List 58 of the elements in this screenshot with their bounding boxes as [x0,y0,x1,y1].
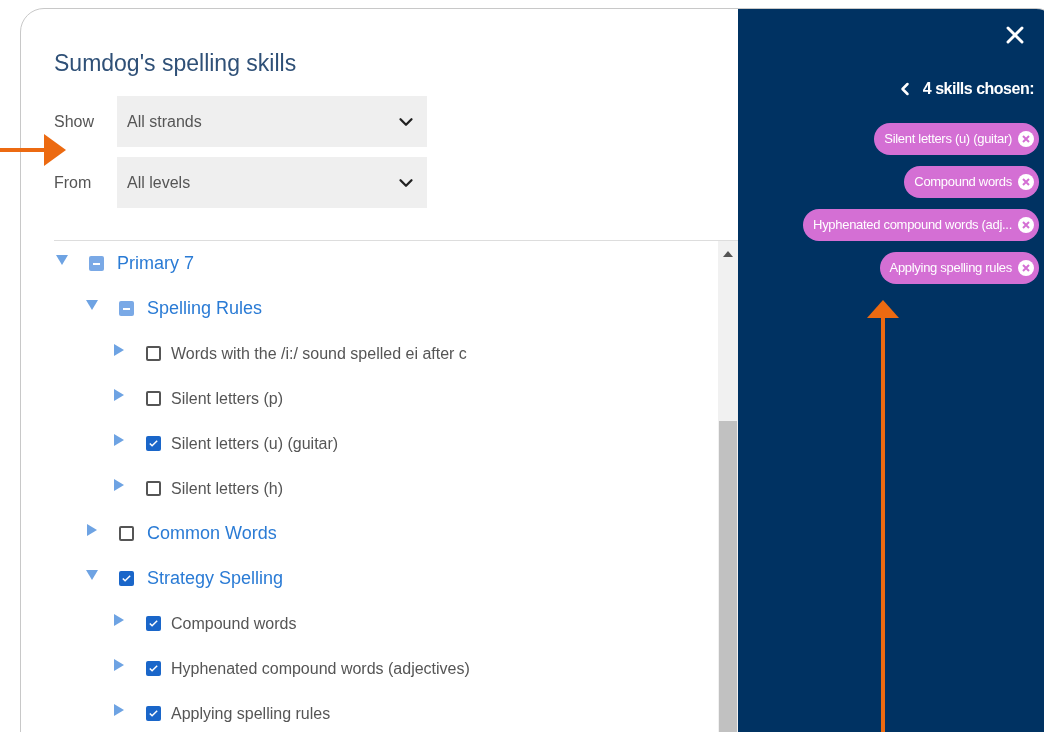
checkbox[interactable] [119,571,134,586]
skill-chip[interactable]: Compound words [904,166,1039,198]
dialog-title: Sumdog's spelling skills [54,49,298,78]
skill-label: Applying spelling rules [171,703,331,724]
expanded-triangle-icon[interactable] [86,298,98,311]
collapsed-triangle-icon[interactable] [113,703,125,716]
remove-icon[interactable] [1018,217,1034,233]
group-label: Strategy Spelling [147,567,284,590]
checkbox[interactable] [119,301,134,316]
remove-icon[interactable] [1018,174,1034,190]
collapsed-triangle-icon[interactable] [113,478,125,491]
collapsed-triangle-icon[interactable] [86,523,98,536]
group-label: Common Words [147,522,277,545]
skill-label: Words with the /i:/ sound spelled ei after c [171,343,467,364]
collapsed-triangle-icon[interactable] [113,343,125,356]
checkbox[interactable] [146,436,161,451]
collapsed-triangle-icon[interactable] [113,658,125,671]
checkmark-icon [149,665,158,672]
skill-chip[interactable]: Hyphenated compound words (adj... [803,209,1039,241]
checkbox[interactable] [146,346,161,361]
filter-label: From [54,172,93,193]
chosen-count: 4 skills chosen: [922,79,1034,99]
group-label: Primary 7 [117,252,194,275]
scrollbar-thumb[interactable] [719,421,737,732]
checkmark-icon [122,575,131,582]
expanded-triangle-icon[interactable] [86,568,98,581]
dropdown[interactable]: All levels [117,157,427,208]
remove-icon[interactable] [1018,260,1034,276]
skill-label: Silent letters (h) [171,478,284,499]
checkbox[interactable] [146,616,161,631]
checkbox[interactable] [146,706,161,721]
skill-label: Compound words [171,613,297,634]
checkmark-icon [149,440,158,447]
checkbox[interactable] [119,526,134,541]
checkbox[interactable] [89,256,104,271]
skill-chip[interactable]: Applying spelling rules [879,252,1039,284]
skill-chip[interactable]: Silent letters (u) (guitar) [874,123,1039,155]
checkmark-icon [149,620,158,627]
expanded-triangle-icon[interactable] [56,253,68,266]
skill-label: Silent letters (u) (guitar) [171,433,339,454]
scrollbar[interactable] [718,241,738,732]
dropdown[interactable]: All strands [117,96,427,147]
filter-label: Show [54,111,96,132]
skill-label: Silent letters (p) [171,388,284,409]
collapsed-triangle-icon[interactable] [113,433,125,446]
checkbox[interactable] [146,391,161,406]
collapsed-triangle-icon[interactable] [113,388,125,401]
remove-icon[interactable] [1018,131,1034,147]
skill-label: Hyphenated compound words (adjectives) [171,658,470,679]
checkmark-icon [149,710,158,717]
minus-icon [123,307,130,310]
collapsed-triangle-icon[interactable] [113,613,125,626]
annotation-arrow [0,134,66,166]
group-label: Spelling Rules [147,297,263,320]
checkbox[interactable] [146,481,161,496]
minus-icon [93,262,100,265]
checkbox[interactable] [146,661,161,676]
scroll-up-icon[interactable] [723,251,733,257]
